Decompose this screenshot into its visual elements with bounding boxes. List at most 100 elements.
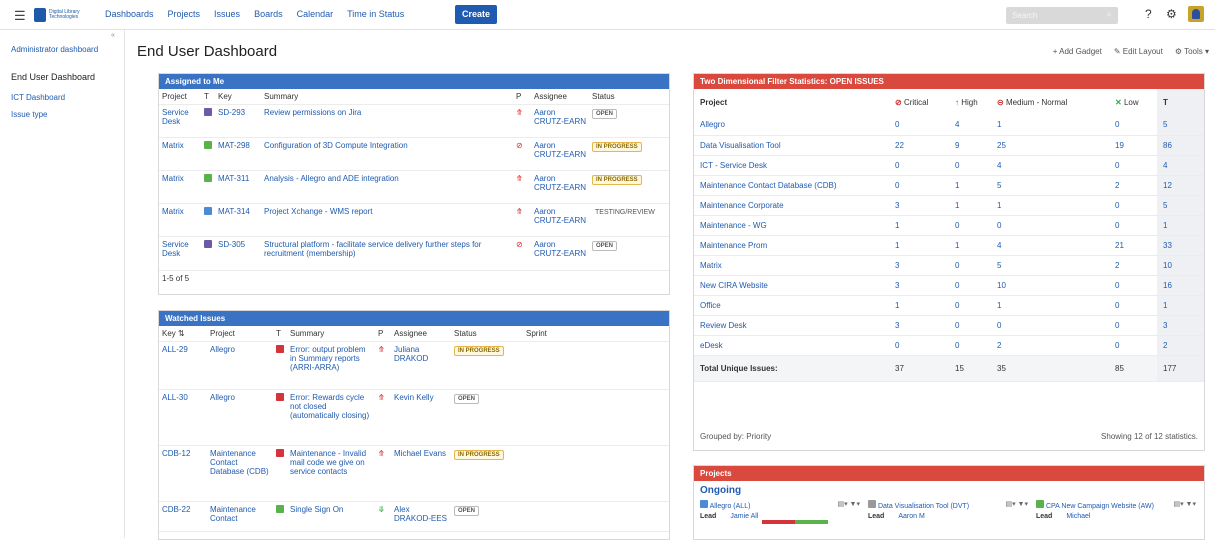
cell-assignee[interactable]: Aaron CRUTZ-EARN (531, 236, 589, 271)
col-low[interactable]: ✕ Low (1109, 89, 1157, 115)
cell-summary[interactable]: Configuration of 3D Compute Integration (261, 137, 513, 171)
sidebar-item-ict-dashboard[interactable]: ICT Dashboard (11, 93, 106, 102)
cell-critical[interactable]: 1 (889, 295, 949, 316)
cell-medium[interactable]: 2 (991, 335, 1109, 356)
cell-assignee[interactable]: Aaron CRUTZ-EARN (531, 137, 589, 171)
col-status[interactable]: Status (451, 326, 523, 342)
cell-high[interactable]: 0 (949, 275, 991, 296)
cell-high[interactable]: 9 (949, 135, 991, 156)
cell-low[interactable]: 0 (1109, 275, 1157, 296)
project-card[interactable]: Data Visualisation Tool (DVT) ▤▾ ▼▾ Lead… (868, 500, 1028, 524)
cell-high[interactable]: 0 (949, 335, 991, 356)
cell-low[interactable]: 0 (1109, 315, 1157, 336)
table-row[interactable]: Matrix MAT-298 Configuration of 3D Compu… (159, 137, 669, 171)
col-priority[interactable]: P (513, 89, 531, 105)
cell-project[interactable]: Matrix (159, 203, 201, 237)
cell-project[interactable]: Matrix (694, 255, 889, 276)
cell-low[interactable]: 19 (1109, 135, 1157, 156)
cell-medium[interactable]: 4 (991, 155, 1109, 176)
cell-summary[interactable]: Error: output problem in Summary reports… (287, 341, 375, 390)
col-key[interactable]: Key ⇅ (159, 326, 207, 342)
cell-project[interactable]: Service Desk (159, 236, 201, 271)
cell-project[interactable]: Maintenance Contact Database (CDB) (207, 445, 273, 502)
cell-project[interactable]: Matrix (159, 137, 201, 171)
cell-project[interactable]: Office (694, 295, 889, 316)
cell-total[interactable]: 10 (1157, 255, 1204, 276)
nav-dashboards[interactable]: Dashboards (98, 9, 161, 19)
cell-project[interactable]: Maintenance - WG (694, 215, 889, 236)
avatar[interactable] (1188, 6, 1204, 22)
cell-key[interactable]: ALL-30 (159, 389, 207, 446)
cell-high[interactable]: 1 (949, 235, 991, 256)
cell-project[interactable]: Matrix (159, 170, 201, 204)
cell-low[interactable]: 21 (1109, 235, 1157, 256)
nav-time-in-status[interactable]: Time in Status (340, 9, 411, 19)
cell-high[interactable]: 0 (949, 215, 991, 236)
cell-high[interactable]: 0 (949, 315, 991, 336)
cell-low[interactable]: 0 (1109, 115, 1157, 136)
cell-high[interactable]: 0 (949, 255, 991, 276)
card-menu-icon[interactable]: ▤▾ ▼▾ (837, 500, 860, 508)
create-button[interactable]: Create (455, 5, 498, 24)
cell-project[interactable]: Review Desk (694, 315, 889, 336)
cell-low[interactable]: 0 (1109, 195, 1157, 216)
cell-critical[interactable]: 3 (889, 255, 949, 276)
col-summary[interactable]: Summary (287, 326, 375, 342)
cell-critical[interactable]: 0 (889, 175, 949, 196)
cell-assignee[interactable]: Aaron CRUTZ-EARN (531, 170, 589, 204)
cell-high[interactable]: 4 (949, 115, 991, 136)
cell-low[interactable]: 0 (1109, 215, 1157, 236)
project-card[interactable]: CPA New Campaign Website (AW) ▤▾ ▼▾ Lead… (1036, 500, 1196, 524)
help-icon[interactable]: ? (1145, 7, 1152, 21)
col-status[interactable]: Status (589, 89, 669, 105)
cell-project[interactable]: Data Visualisation Tool (694, 135, 889, 156)
nav-boards[interactable]: Boards (247, 9, 290, 19)
cell-project[interactable]: Allegro (207, 389, 273, 446)
cell-summary[interactable]: Project Xchange - WMS report (261, 203, 513, 237)
cell-medium[interactable]: 0 (991, 315, 1109, 336)
cell-key[interactable]: SD-305 (215, 236, 261, 271)
gadget-title[interactable]: Assigned to Me (159, 74, 669, 89)
col-assignee[interactable]: Assignee (391, 326, 451, 342)
nav-issues[interactable]: Issues (207, 9, 247, 19)
cell-summary[interactable]: Analysis - Allegro and ADE integration (261, 170, 513, 204)
cell-high[interactable]: 1 (949, 195, 991, 216)
cell-high[interactable]: 0 (949, 155, 991, 176)
cell-low[interactable]: 2 (1109, 255, 1157, 276)
project-card[interactable]: Allegro (ALL) ▤▾ ▼▾ Lead Jamie All (700, 500, 860, 524)
cell-medium[interactable]: 1 (991, 295, 1109, 316)
sidebar-item-end-user-dashboard[interactable]: End User Dashboard (11, 73, 106, 82)
gadget-title[interactable]: Watched Issues (159, 311, 669, 326)
project-lead[interactable]: Aaron M (898, 513, 924, 520)
cell-summary[interactable]: Maintenance - Invalid mail code we give … (287, 445, 375, 502)
cell-medium[interactable]: 25 (991, 135, 1109, 156)
cell-total[interactable]: 1 (1157, 295, 1204, 316)
cell-key[interactable]: MAT-298 (215, 137, 261, 171)
sidebar-item-administrator-dashboard[interactable]: Administrator dashboard (11, 45, 106, 54)
cell-critical[interactable]: 1 (889, 235, 949, 256)
project-name[interactable]: Allegro (ALL) (710, 503, 751, 510)
sidebar-item-issue-type[interactable]: Issue type (11, 110, 106, 119)
table-row[interactable]: Service Desk SD-305 Structural platform … (159, 236, 669, 271)
collapse-icon[interactable]: « (111, 32, 115, 39)
cell-key[interactable]: CDB-12 (159, 445, 207, 502)
cell-summary[interactable]: Structural platform - facilitate service… (261, 236, 513, 271)
cell-total[interactable]: 12 (1157, 175, 1204, 196)
cell-project[interactable]: Maintenance Contact (207, 501, 273, 532)
app-logo[interactable]: Digital Library Technologies (34, 6, 94, 24)
cell-assignee[interactable]: Juliana DRAKOD (391, 341, 451, 390)
col-type[interactable]: T (273, 326, 287, 342)
cell-high[interactable]: 1 (949, 175, 991, 196)
cell-medium[interactable]: 5 (991, 255, 1109, 276)
cell-key[interactable]: MAT-311 (215, 170, 261, 204)
col-type[interactable]: T (201, 89, 215, 105)
project-name[interactable]: Data Visualisation Tool (DVT) (878, 503, 969, 510)
cell-low[interactable]: 2 (1109, 175, 1157, 196)
project-name[interactable]: CPA New Campaign Website (AW) (1046, 503, 1154, 510)
cell-critical[interactable]: 0 (889, 155, 949, 176)
table-row[interactable]: CDB-12 Maintenance Contact Database (CDB… (159, 445, 669, 502)
col-sprint[interactable]: Sprint (523, 326, 669, 342)
cell-critical[interactable]: 1 (889, 215, 949, 236)
cell-critical[interactable]: 0 (889, 335, 949, 356)
cell-key[interactable]: MAT-314 (215, 203, 261, 237)
